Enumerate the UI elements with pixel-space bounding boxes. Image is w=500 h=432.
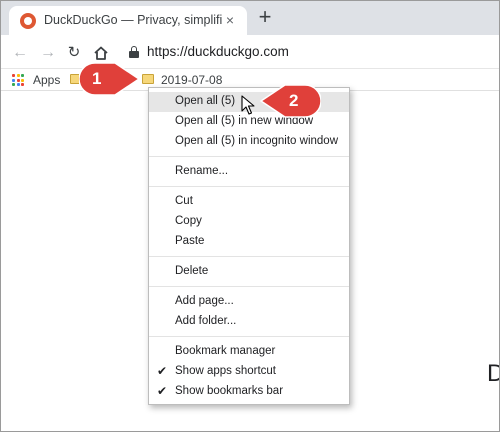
browser-window: DuckDuckGo — Privacy, simplifie × + ← → … xyxy=(0,0,500,432)
reload-button[interactable]: ↻ xyxy=(64,43,84,63)
menu-item-label: Rename... xyxy=(175,165,229,177)
menu-item-delete[interactable]: Delete xyxy=(149,262,349,282)
callout-arrow-icon xyxy=(78,62,141,96)
menu-item-label: Open all (5) xyxy=(175,95,236,107)
window-controls-area xyxy=(331,8,481,30)
close-icon[interactable]: × xyxy=(222,12,238,28)
menu-separator xyxy=(149,336,349,337)
menu-item-cut[interactable]: Cut xyxy=(149,192,349,212)
menu-item-label: Cut xyxy=(175,195,193,207)
menu-item-label: Show bookmarks bar xyxy=(175,385,284,397)
menu-item-label: Show apps shortcut xyxy=(175,365,277,377)
callout-number: 2 xyxy=(289,91,299,110)
toolbar: ← → ↻ https://duckduckgo.com xyxy=(1,35,499,69)
menu-item-label: Bookmark manager xyxy=(175,345,276,357)
url-text: https://duckduckgo.com xyxy=(147,44,289,59)
menu-item-label: Open all (5) in incognito window xyxy=(175,135,339,147)
menu-item-add-folder[interactable]: Add folder... xyxy=(149,312,349,332)
menu-item-label: Copy xyxy=(175,215,202,227)
menu-separator xyxy=(149,256,349,257)
menu-item-add-page[interactable]: Add page... xyxy=(149,292,349,312)
menu-separator xyxy=(149,286,349,287)
menu-item-rename[interactable]: Rename... xyxy=(149,162,349,182)
menu-item-show-apps-shortcut[interactable]: ✔ Show apps shortcut xyxy=(149,362,349,382)
callout-number: 1 xyxy=(92,69,102,88)
menu-item-paste[interactable]: Paste xyxy=(149,232,349,252)
apps-shortcut[interactable]: Apps xyxy=(33,73,60,87)
forward-button[interactable]: → xyxy=(38,43,58,63)
menu-separator xyxy=(149,186,349,187)
new-tab-button[interactable]: + xyxy=(255,6,275,28)
tab-duckduckgo[interactable]: DuckDuckGo — Privacy, simplifie × xyxy=(9,6,247,35)
menu-separator xyxy=(149,156,349,157)
callout-2: 2 xyxy=(259,83,322,119)
menu-item-copy[interactable]: Copy xyxy=(149,212,349,232)
callout-1: 1 xyxy=(78,61,141,97)
menu-item-bookmark-manager[interactable]: Bookmark manager xyxy=(149,342,349,362)
bookmark-folder-context-menu: Open all (5) Open all (5) in new window … xyxy=(148,87,350,405)
lock-icon xyxy=(129,46,139,58)
apps-icon[interactable] xyxy=(12,74,24,86)
home-button[interactable] xyxy=(91,43,111,63)
home-icon xyxy=(94,46,108,60)
checkmark-icon: ✔ xyxy=(157,364,168,378)
menu-item-label: Add folder... xyxy=(175,315,237,327)
menu-item-show-bookmarks-bar[interactable]: ✔ Show bookmarks bar xyxy=(149,382,349,402)
address-bar[interactable]: https://duckduckgo.com xyxy=(117,39,499,66)
tab-strip: DuckDuckGo — Privacy, simplifie × + xyxy=(1,1,499,35)
menu-item-open-all-incognito[interactable]: Open all (5) in incognito window xyxy=(149,132,349,152)
tab-title: DuckDuckGo — Privacy, simplifie xyxy=(44,13,222,27)
bookmark-folder-2019-07-08[interactable]: 2019-07-08 xyxy=(161,73,222,87)
mouse-cursor-icon xyxy=(241,95,255,115)
page-partial-text: D xyxy=(487,360,499,388)
checkmark-icon: ✔ xyxy=(157,384,168,398)
folder-icon[interactable] xyxy=(142,74,154,84)
duckduckgo-icon xyxy=(20,13,36,29)
back-button[interactable]: ← xyxy=(10,43,30,63)
menu-item-label: Delete xyxy=(175,265,209,277)
menu-item-label: Add page... xyxy=(175,295,234,307)
menu-item-label: Paste xyxy=(175,235,205,247)
